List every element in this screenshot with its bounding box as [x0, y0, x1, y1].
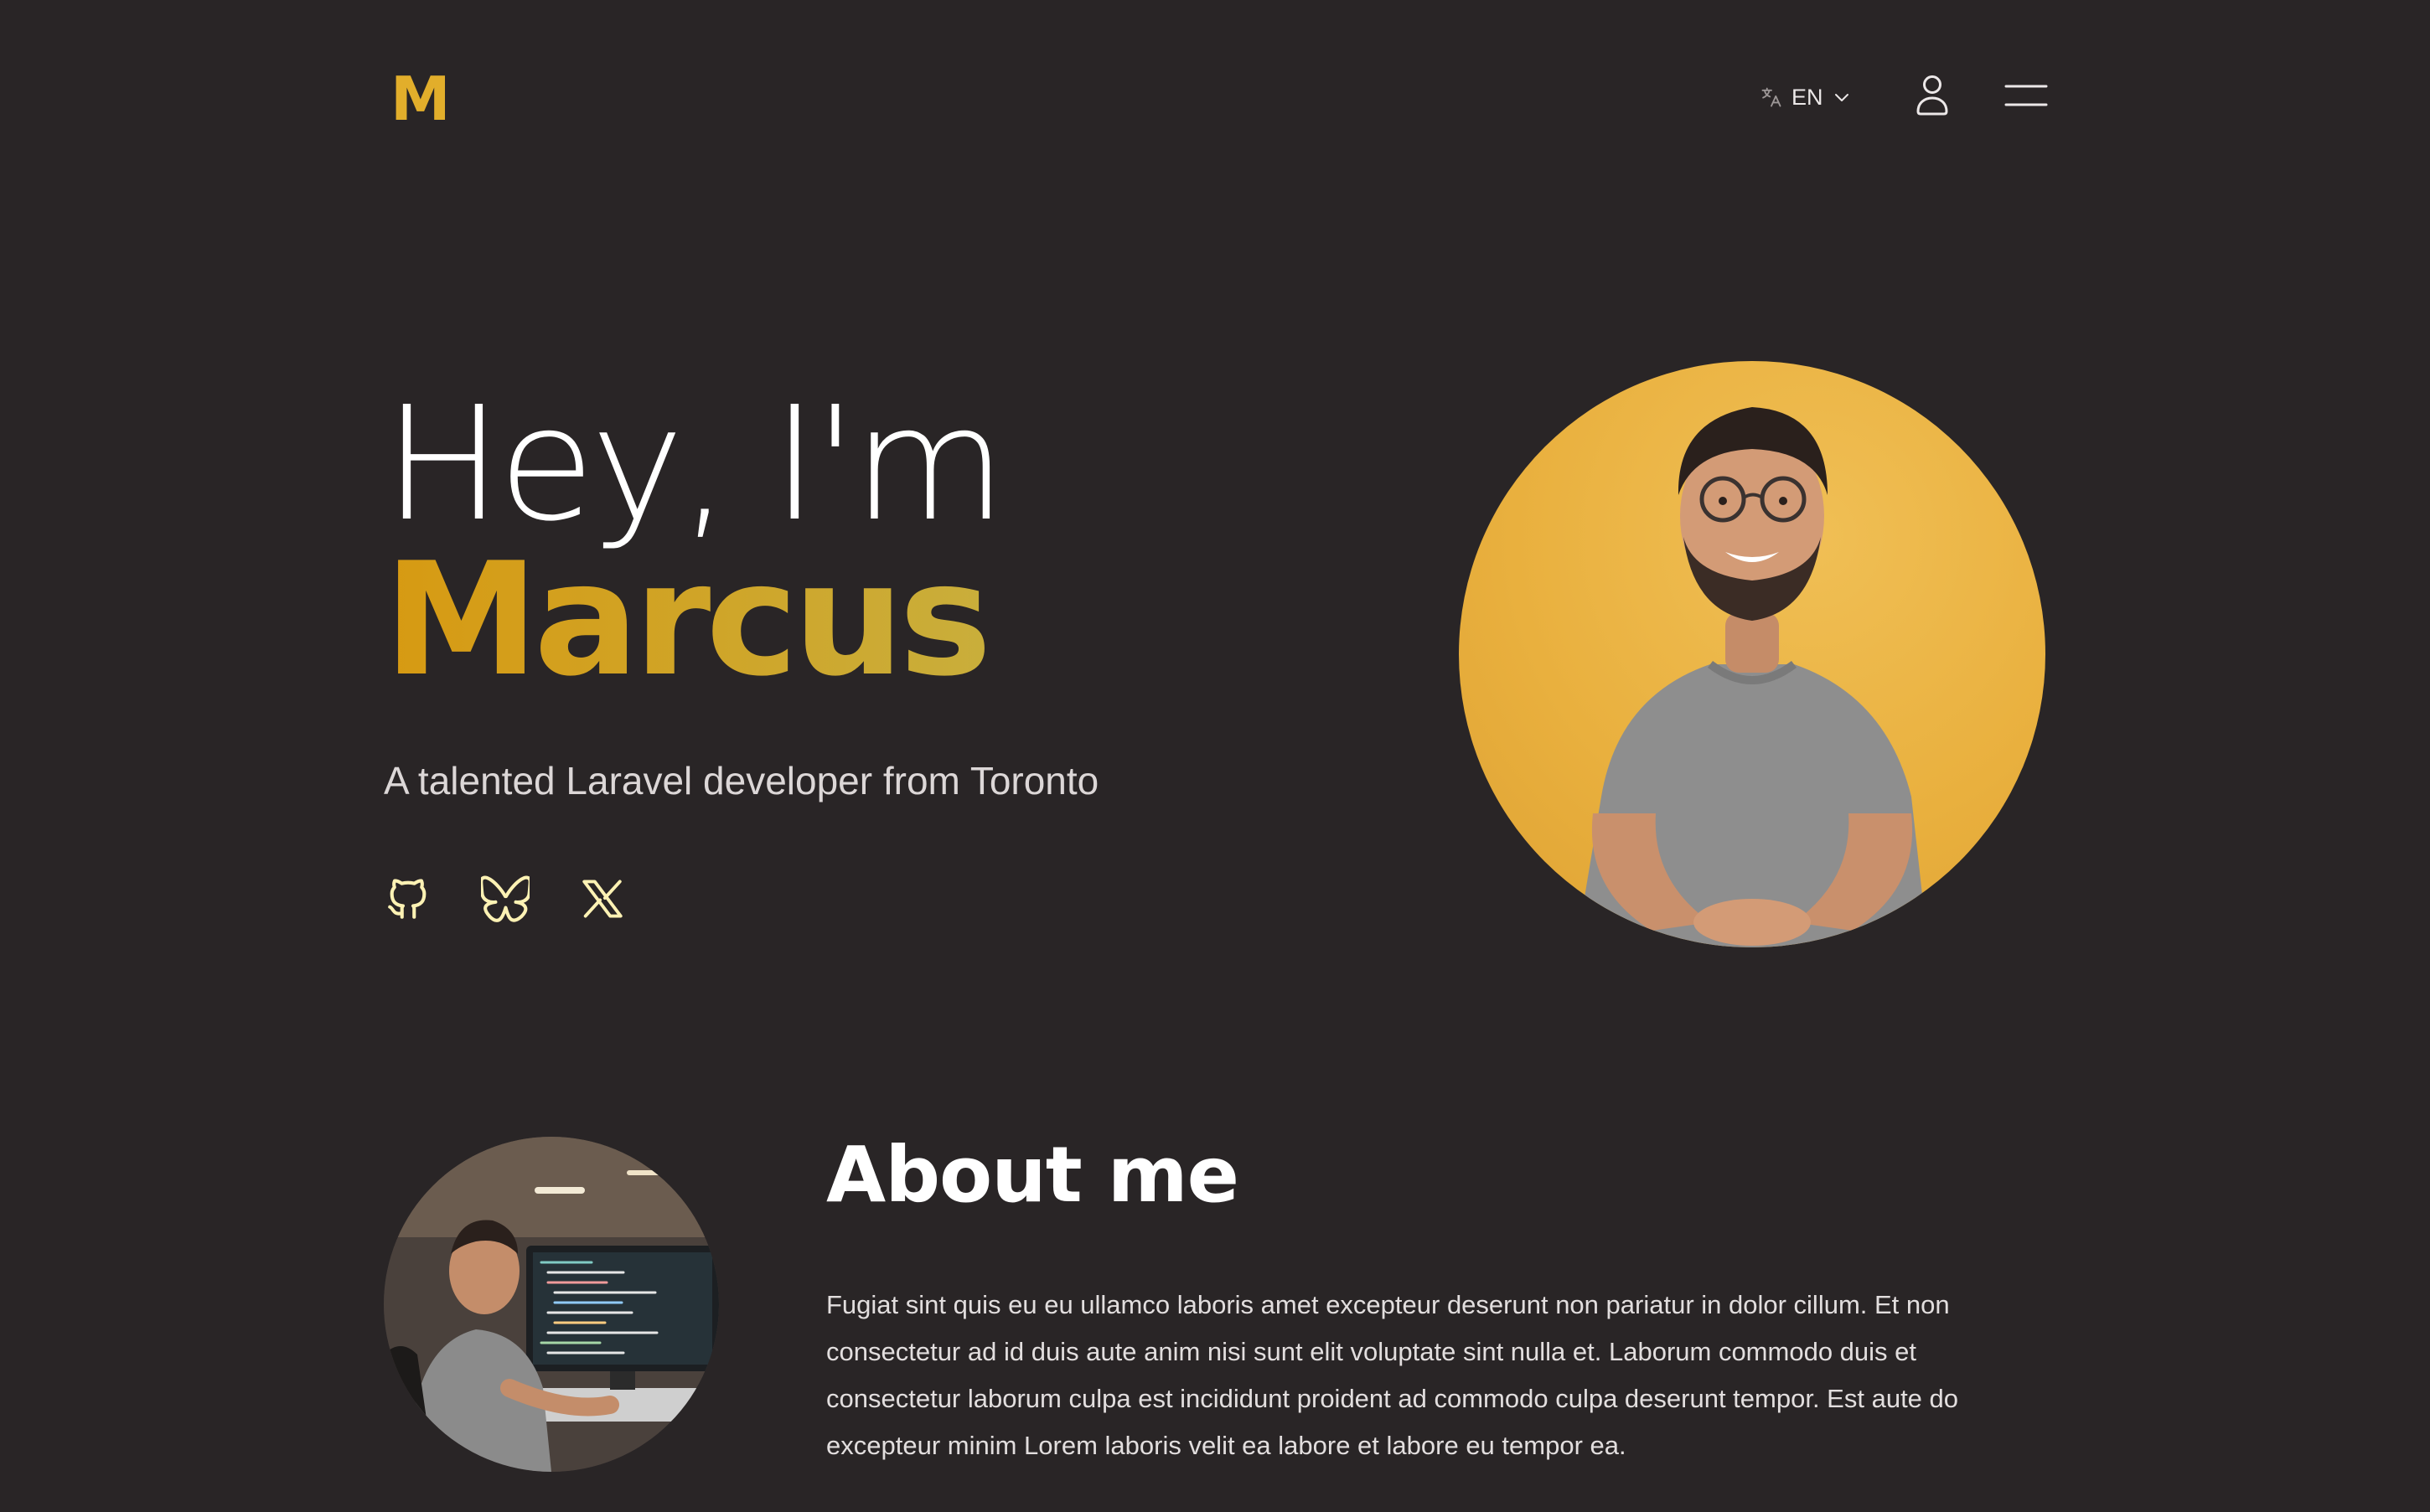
bluesky-link[interactable]: [479, 875, 532, 923]
hamburger-menu-icon[interactable]: [2004, 80, 2048, 111]
github-link[interactable]: [384, 875, 432, 923]
github-icon: [388, 879, 427, 919]
site-logo[interactable]: M: [390, 69, 451, 129]
translate-icon: [1761, 87, 1781, 107]
hero-name: Marcus: [384, 529, 992, 710]
user-icon[interactable]: [1914, 74, 1951, 116]
hero-tagline: A talented Laravel developer from Toront…: [384, 759, 1099, 802]
x-icon: [582, 880, 623, 918]
language-switcher[interactable]: EN: [1760, 80, 1852, 114]
about-title: About me: [826, 1130, 1239, 1220]
portrait-figure: [1576, 407, 1928, 947]
social-links: [384, 875, 627, 923]
portrait-photo: [1459, 361, 2045, 947]
developer-at-desk-scene: [384, 1137, 719, 1472]
page: M EN Hey, I'm Marcus A talented Laravel …: [0, 0, 2430, 1512]
developer-at-desk-photo: [384, 1137, 719, 1472]
bluesky-icon: [479, 875, 532, 922]
about-body: Fugiat sint quis eu eu ullamco laboris a…: [826, 1290, 1959, 1460]
hero-greeting: Hey, I'm: [384, 373, 1006, 556]
language-code: EN: [1791, 85, 1823, 110]
x-link[interactable]: [578, 875, 627, 923]
chevron-down-icon: [1834, 94, 1848, 101]
